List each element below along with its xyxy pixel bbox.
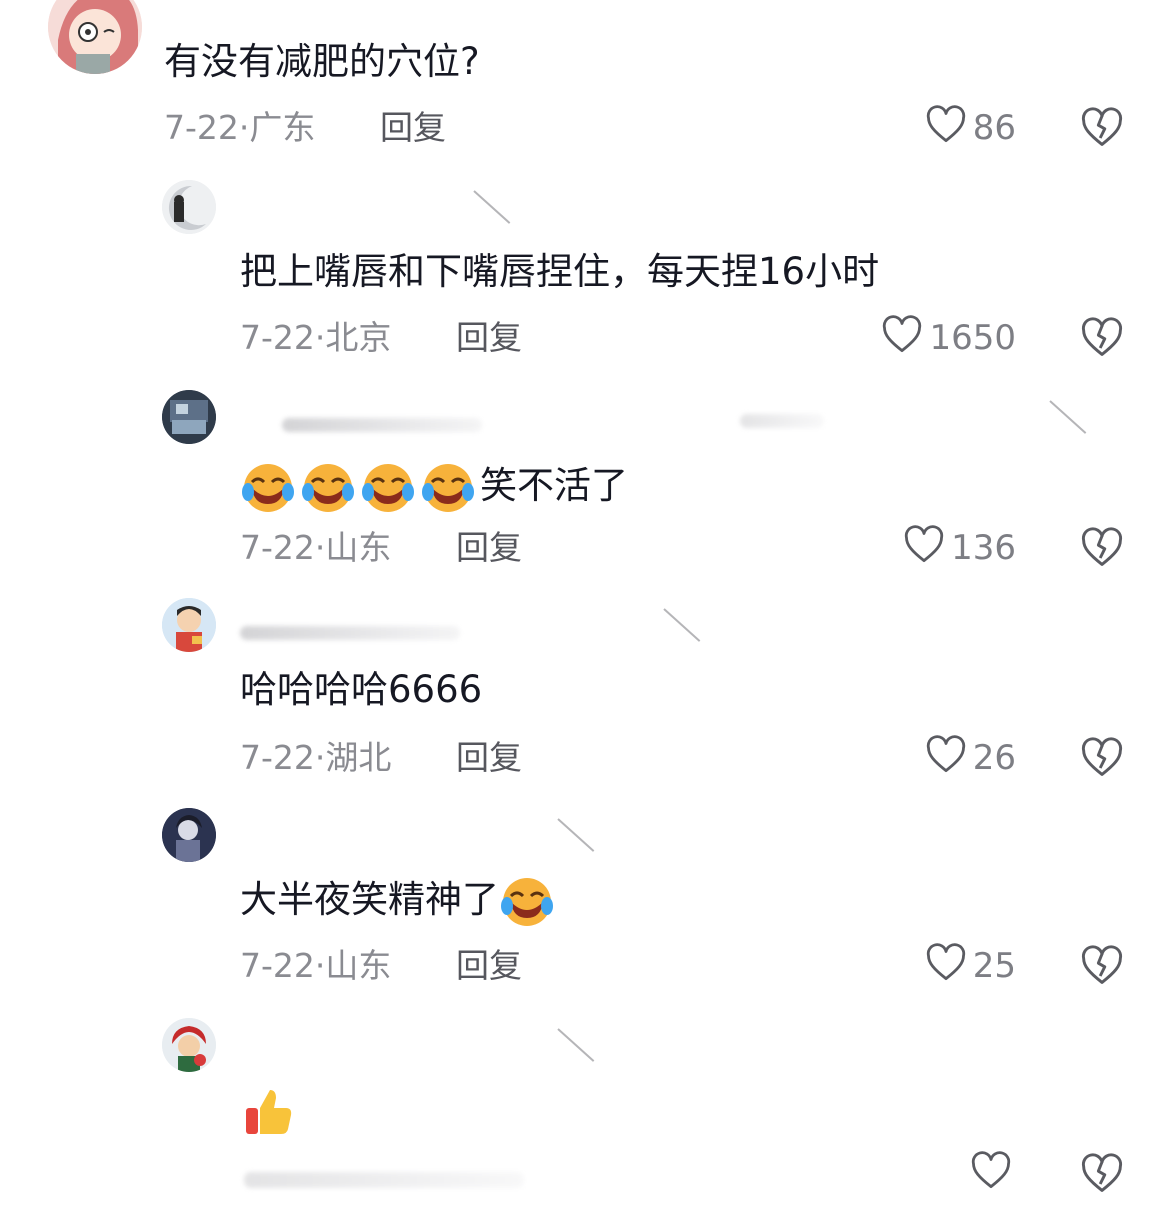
comment-date-location: 7-22·北京 — [240, 318, 392, 357]
like-button[interactable]: 1650 — [881, 314, 1016, 363]
comment-date-location: 7-22·湖北 — [240, 738, 392, 777]
reply-button[interactable]: 回复 — [456, 946, 522, 986]
avatar[interactable] — [162, 1018, 216, 1072]
broken-heart-icon — [1080, 107, 1124, 152]
tears-of-joy-emoji — [420, 458, 476, 514]
like-count: 25 — [972, 946, 1016, 986]
like-count: 136 — [951, 528, 1016, 568]
broken-heart-icon — [1080, 945, 1124, 990]
comment-text: 哈哈哈哈6666 — [240, 668, 483, 711]
dislike-button[interactable] — [1080, 526, 1124, 570]
blurred-username — [740, 414, 824, 428]
like-button[interactable]: 25 — [925, 942, 1016, 991]
reply-button[interactable]: 回复 — [456, 528, 522, 568]
heart-outline-icon — [925, 942, 973, 991]
avatar[interactable] — [48, 0, 142, 74]
broken-heart-icon — [1080, 317, 1124, 362]
tears-of-joy-emoji — [360, 458, 416, 514]
avatar[interactable] — [162, 598, 216, 652]
comment-content: 大半夜笑精神了 — [240, 872, 559, 928]
avatar[interactable] — [162, 390, 216, 444]
blurred-username-separator — [1049, 400, 1087, 434]
broken-heart-icon — [1080, 737, 1124, 782]
comment-date-location: 7-22·山东 — [240, 528, 392, 567]
heart-outline-icon — [925, 734, 973, 783]
reply-button[interactable]: 回复 — [456, 318, 522, 358]
comment-content — [240, 1084, 300, 1140]
like-button[interactable]: 136 — [903, 524, 1016, 573]
avatar[interactable] — [162, 180, 216, 234]
heart-outline-icon — [881, 314, 929, 363]
comment-text: 大半夜笑精神了 — [240, 878, 499, 921]
comment-date-location: 7-22·广东 — [164, 108, 316, 147]
thumbs-up-emoji — [240, 1084, 296, 1140]
blurred-username-separator — [473, 190, 511, 224]
broken-heart-icon — [1080, 1153, 1124, 1198]
dislike-button[interactable] — [1080, 1152, 1124, 1196]
blurred-text — [244, 1172, 524, 1188]
blurred-username — [240, 626, 460, 640]
comment-text: 有没有减肥的穴位? — [164, 40, 480, 83]
dislike-button[interactable] — [1080, 316, 1124, 360]
like-count: 1650 — [929, 318, 1016, 358]
tears-of-joy-emoji — [300, 458, 356, 514]
comment-text: 把上嘴唇和下嘴唇捏住，每天捏16小时 — [240, 250, 880, 293]
comment-date-location: 7-22·山东 — [240, 946, 392, 985]
blurred-username — [282, 418, 482, 432]
reply-button[interactable]: 回复 — [456, 738, 522, 778]
like-button[interactable]: 26 — [925, 734, 1016, 783]
heart-outline-icon — [970, 1150, 1018, 1199]
avatar[interactable] — [162, 808, 216, 862]
dislike-button[interactable] — [1080, 944, 1124, 988]
reply-button[interactable]: 回复 — [380, 108, 446, 148]
blurred-username-separator — [557, 1028, 595, 1062]
broken-heart-icon — [1080, 527, 1124, 572]
dislike-button[interactable] — [1080, 106, 1124, 150]
like-count: 26 — [972, 738, 1016, 778]
heart-outline-icon — [925, 104, 973, 153]
heart-outline-icon — [903, 524, 951, 573]
tears-of-joy-emoji — [240, 458, 296, 514]
comment-text: 笑不活了 — [480, 464, 628, 507]
like-button[interactable]: 86 — [925, 104, 1016, 153]
blurred-username-separator — [663, 608, 701, 642]
comment-content: 笑不活了 — [240, 458, 628, 514]
like-button[interactable] — [970, 1150, 1018, 1199]
like-count: 86 — [972, 108, 1016, 148]
blurred-username-separator — [557, 818, 595, 852]
dislike-button[interactable] — [1080, 736, 1124, 780]
tears-of-joy-emoji — [499, 872, 555, 928]
